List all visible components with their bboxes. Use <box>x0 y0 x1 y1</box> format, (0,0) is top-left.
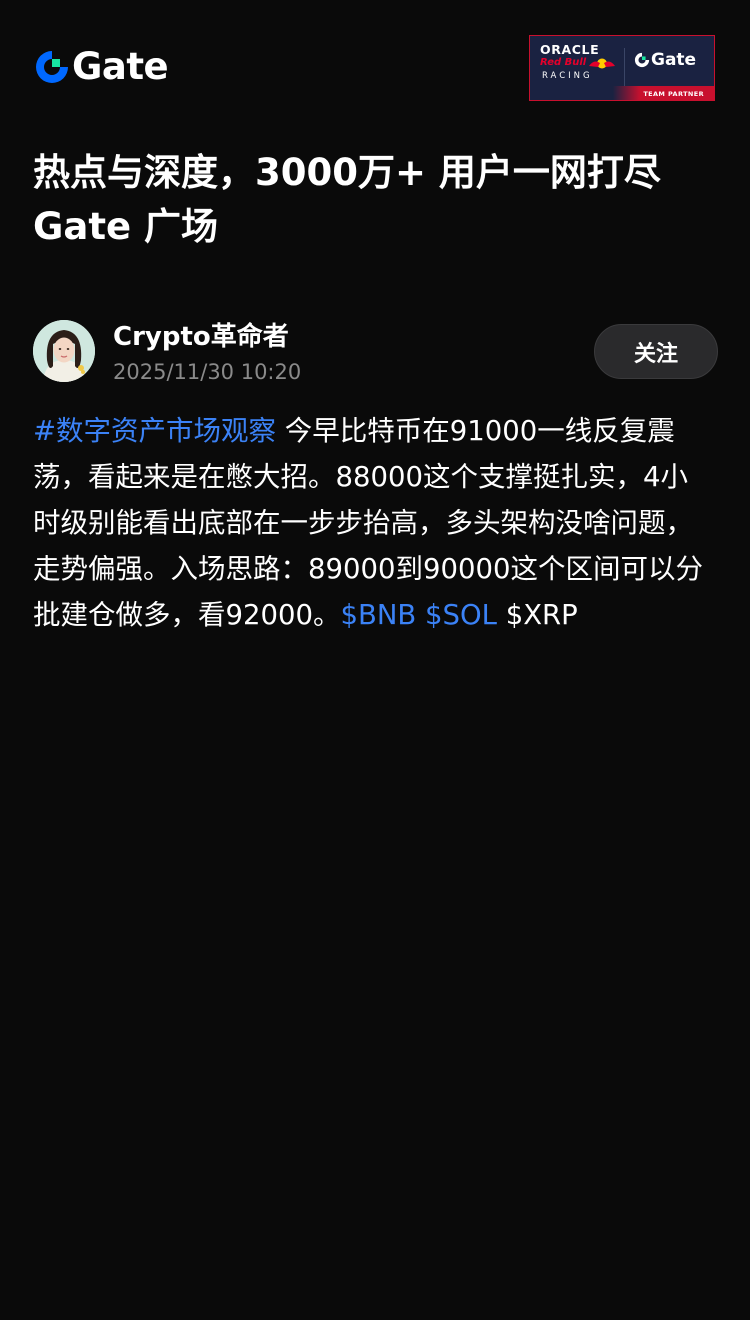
team-partner-label: TEAM PARTNER <box>643 90 704 98</box>
app-header: Gate ORACLE Red Bull RACING Gate TEAM PA… <box>0 0 750 130</box>
page-headline: 热点与深度，3000万+ 用户一网打尽 Gate 广场 <box>33 146 723 254</box>
gate-logo-icon <box>36 51 68 83</box>
banner-gate-logo: Gate <box>634 50 696 70</box>
redbull-label: Red Bull <box>540 57 587 68</box>
banner-divider <box>624 48 625 86</box>
post-content: #数字资产市场观察 今早比特币在91000一线反复震荡，看起来是在憋大招。880… <box>33 408 713 638</box>
ticker-xrp-link[interactable]: $XRP <box>506 599 578 631</box>
logo-text: Gate <box>72 45 169 88</box>
post-author-row: Crypto革命者 2025/11/30 10:20 关注 <box>33 320 719 386</box>
user-avatar <box>33 320 95 382</box>
headline-line-1: 热点与深度，3000万+ 用户一网打尽 <box>33 151 661 194</box>
post-timestamp: 2025/11/30 10:20 <box>113 360 302 384</box>
red-bulls-icon <box>589 58 615 69</box>
racing-label: RACING <box>542 71 593 81</box>
banner-gate-text: Gate <box>651 50 697 70</box>
partner-banner[interactable]: ORACLE Red Bull RACING Gate TEAM PARTNER <box>529 35 715 101</box>
oracle-label: ORACLE <box>540 42 600 57</box>
gate-logo-icon <box>634 52 650 68</box>
headline-line-2: Gate 广场 <box>33 205 218 248</box>
ticker-bnb-link[interactable]: $BNB <box>340 599 416 631</box>
hashtag-link[interactable]: #数字资产市场观察 <box>33 415 276 447</box>
ticker-sol-link[interactable]: $SOL <box>425 599 497 631</box>
follow-button[interactable]: 关注 <box>594 324 718 379</box>
author-name[interactable]: Crypto革命者 <box>113 320 289 354</box>
gate-logo[interactable]: Gate <box>34 45 169 88</box>
avatar[interactable] <box>33 320 95 382</box>
team-partner-strip: TEAM PARTNER <box>530 86 714 100</box>
